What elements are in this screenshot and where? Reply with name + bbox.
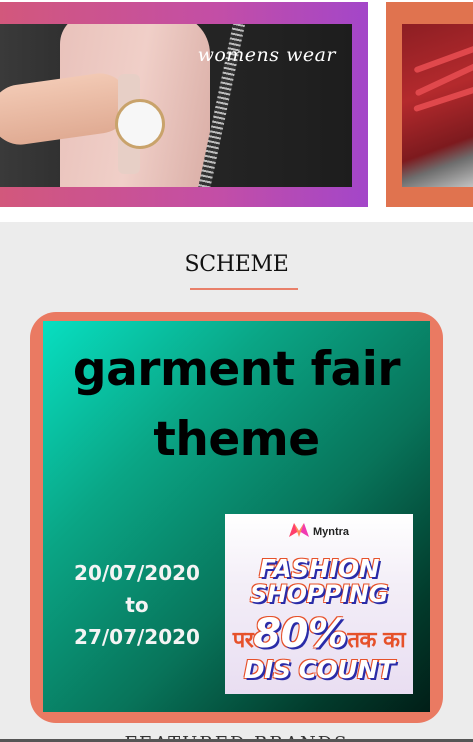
category-carousel: womens wear [0, 0, 473, 222]
promo-line-1: FASHION [258, 554, 380, 583]
category-label: womens wear [197, 44, 336, 66]
womens-wear-image: womens wear [0, 24, 352, 187]
poster-title-line-2: theme [153, 412, 320, 467]
promo-brand-name: Myntra [312, 526, 350, 538]
promo-brand: Myntra [225, 523, 413, 538]
myntra-promo-banner: Myntra FASHION SHOPPING पर80%तक का DIS C… [225, 514, 413, 694]
shoes-image [402, 24, 473, 187]
poster-title: garment fair theme [43, 335, 430, 475]
promo-discount-value: 80% [253, 611, 348, 657]
scheme-poster[interactable]: garment fair theme 20/07/2020 to 27/07/2… [43, 321, 430, 712]
promo-suffix: तक का [347, 628, 406, 653]
watch-icon [115, 99, 165, 149]
category-card-shoes[interactable] [386, 2, 473, 207]
category-card-womens-wear[interactable]: womens wear [0, 2, 368, 207]
section-title: SCHEME [184, 252, 289, 277]
myntra-logo-icon [288, 523, 309, 537]
poster-dates: 20/07/2020 to 27/07/2020 [63, 557, 211, 653]
date-end: 27/07/2020 [74, 625, 200, 649]
date-separator: to [125, 593, 149, 617]
promo-line-3: पर80%तक का [225, 611, 413, 657]
promo-prefix: पर [232, 628, 254, 653]
poster-title-line-1: garment fair [72, 342, 401, 397]
promo-line-2: SHOPPING [250, 580, 388, 608]
title-underline [190, 288, 298, 290]
promo-line-4: DIS COUNT [243, 655, 395, 684]
date-start: 20/07/2020 [74, 561, 200, 585]
